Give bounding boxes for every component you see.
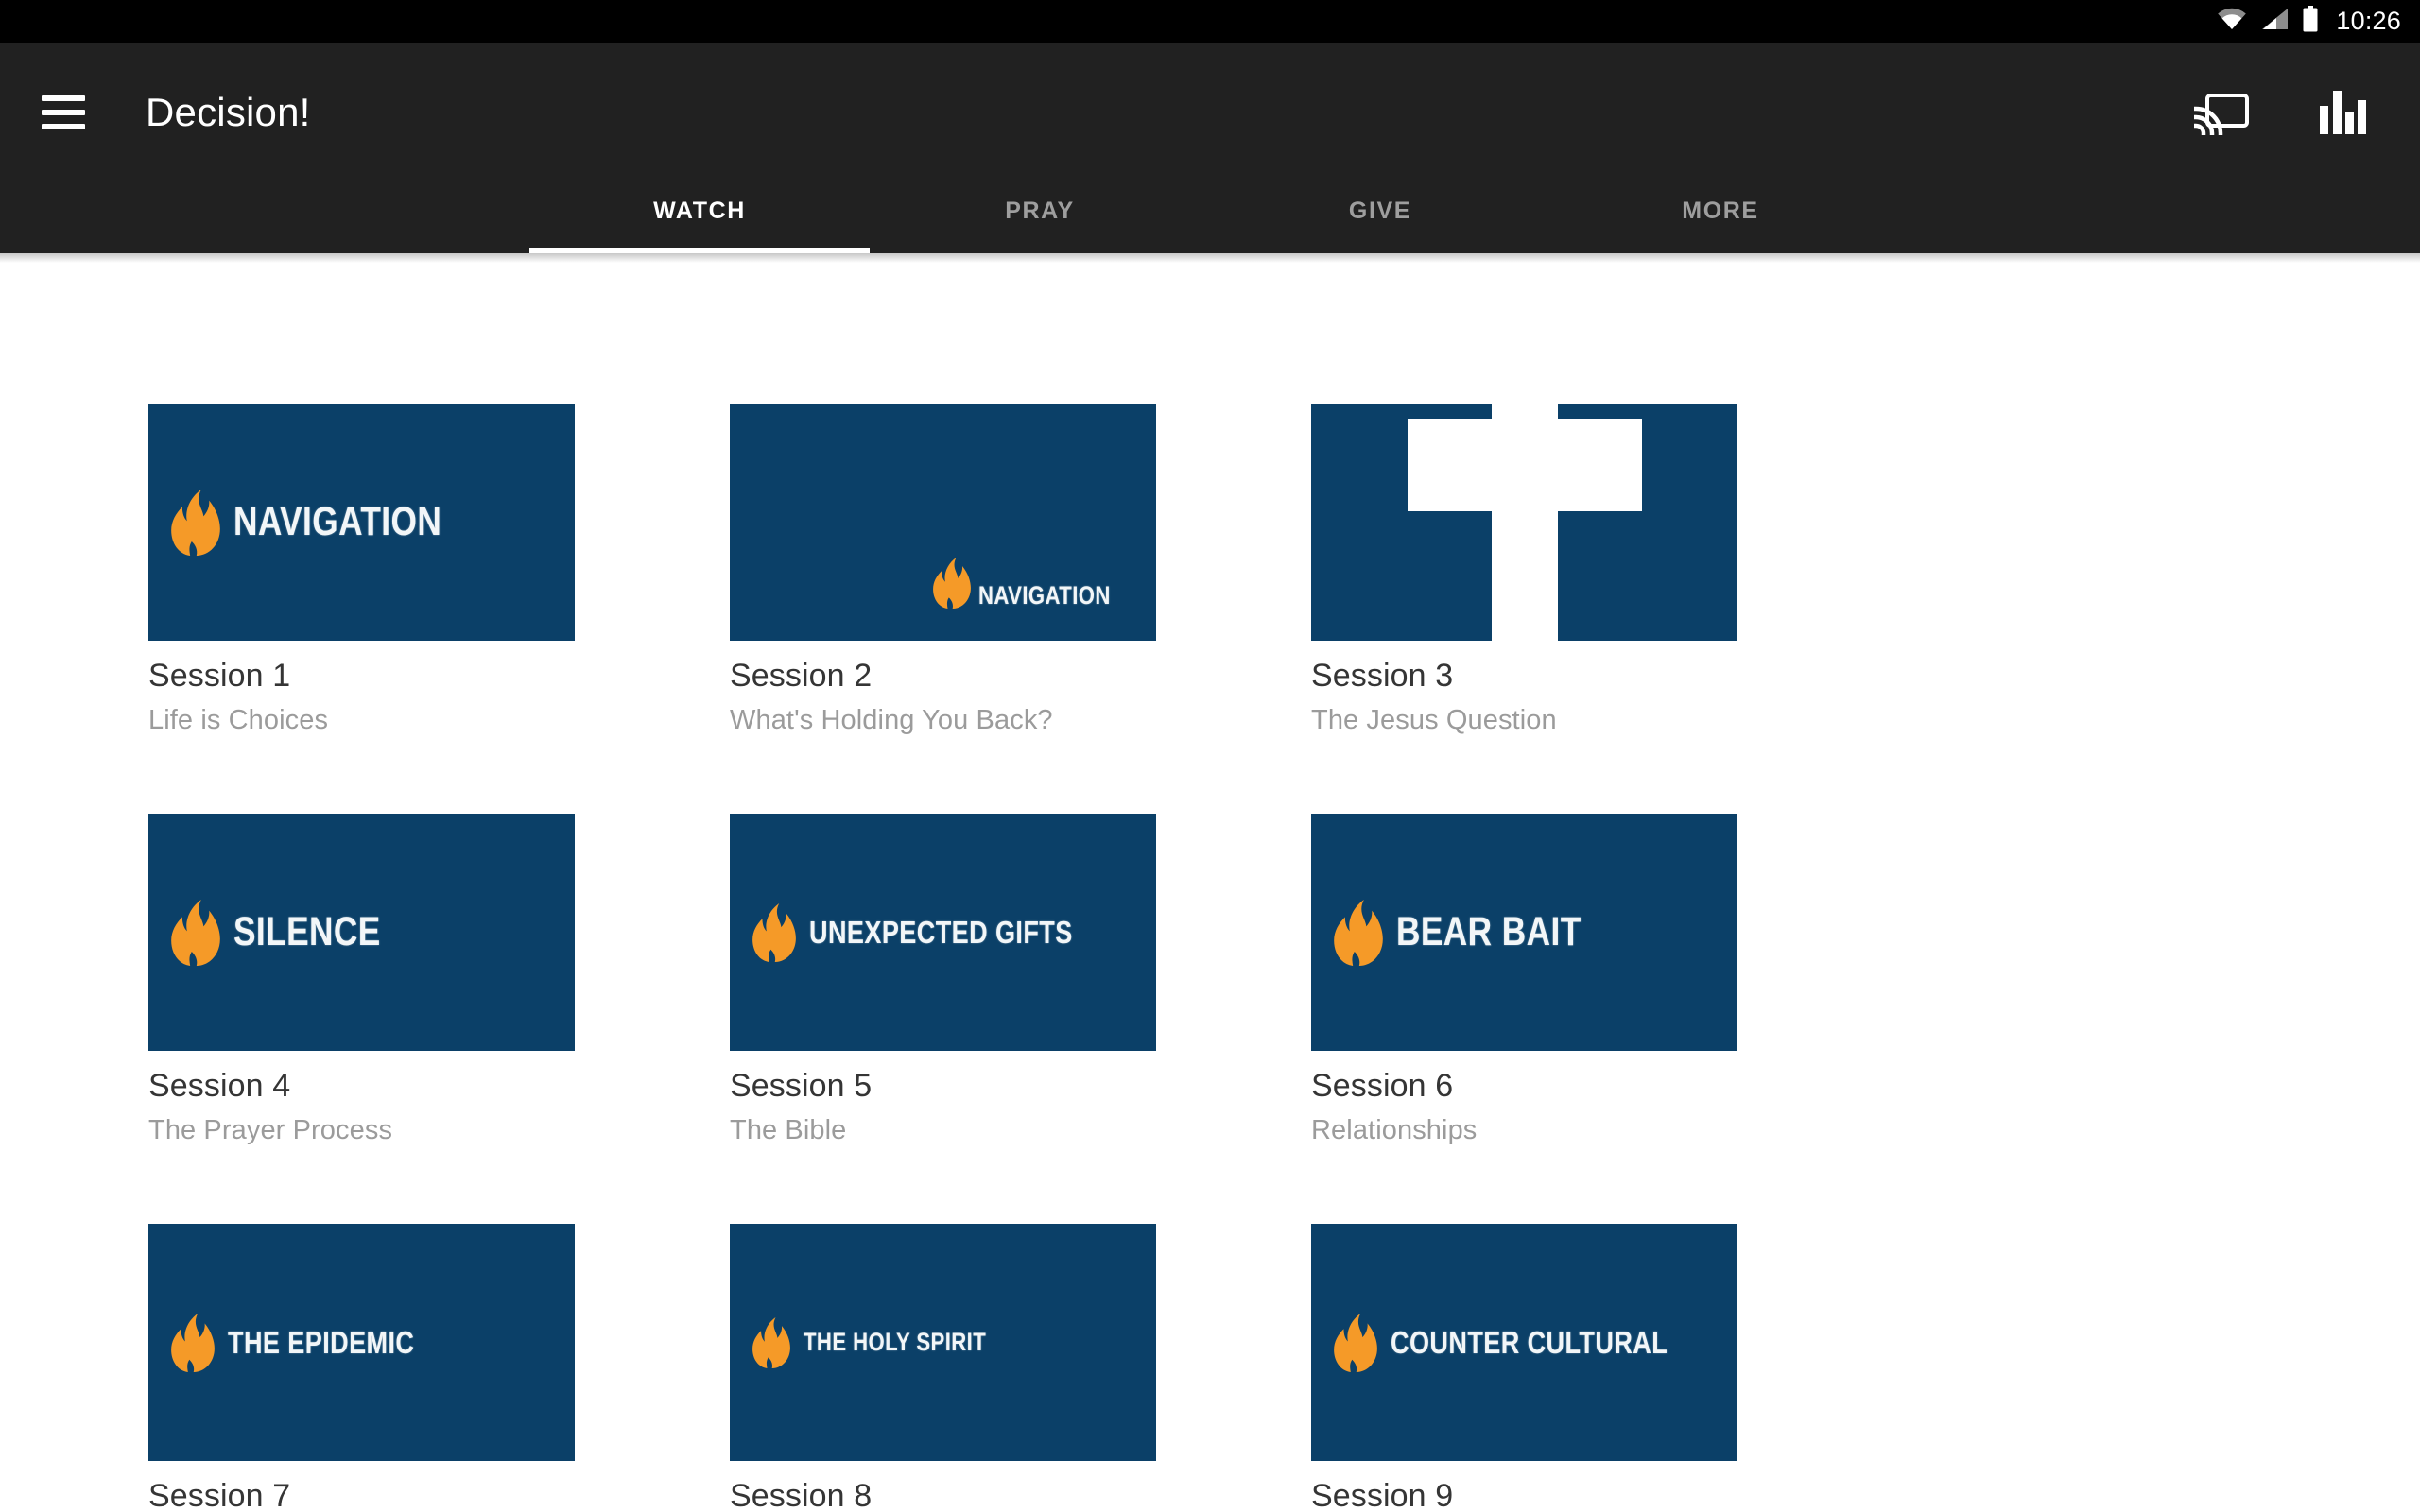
session-title: Session 4 (148, 1068, 575, 1105)
session-subtitle: The Jesus Question (1311, 705, 1737, 736)
session-thumbnail[interactable] (1311, 404, 1737, 641)
flame-logo-icon (752, 1317, 790, 1368)
app-bar-top-row: Decision! (0, 43, 2420, 182)
thumbnail-logo-lockup: BEAR BAIT (1311, 900, 1737, 966)
thumbnail-title-text: COUNTER CULTURAL (1391, 1327, 1668, 1358)
session-title: Session 3 (1311, 658, 1737, 695)
app-bar-shadow (0, 253, 2420, 263)
flame-logo-icon (1334, 900, 1383, 966)
thumbnail-title-text: THE HOLY SPIRIT (804, 1330, 986, 1355)
session-card[interactable]: NAVIGATION Session 1 Life is Choices (148, 404, 575, 736)
session-card[interactable]: COUNTER CULTURAL Session 9 The Church (1311, 1224, 1737, 1512)
cast-icon[interactable] (2187, 78, 2256, 146)
app-bar: Decision! (0, 43, 2420, 253)
flame-logo-icon (933, 558, 971, 609)
session-subtitle: What's Holding You Back? (730, 705, 1156, 736)
thumbnail-logo-lockup: UNEXPECTED GIFTS (730, 903, 1156, 962)
session-card[interactable]: THE EPIDEMIC Session 7 The Eucharist (148, 1224, 575, 1512)
session-title: Session 8 (730, 1478, 1156, 1512)
session-subtitle: Life is Choices (148, 705, 575, 736)
status-bar: 10:26 (0, 0, 2420, 43)
session-thumbnail[interactable]: SILENCE (148, 814, 575, 1051)
session-title: Session 2 (730, 658, 1156, 695)
session-thumbnail[interactable]: NAVIGATION (730, 404, 1156, 641)
thumbnail-title-text: NAVIGATION (233, 502, 441, 542)
thumbnail-logo-lockup: THE EPIDEMIC (148, 1314, 575, 1372)
status-bar-clock: 10:26 (2336, 9, 2401, 34)
session-title: Session 1 (148, 658, 575, 695)
thumbnail-title-text: THE EPIDEMIC (228, 1327, 414, 1358)
tab-watch-label: WATCH (653, 198, 746, 225)
session-card[interactable]: NAVIGATION Session 2 What's Holding You … (730, 404, 1156, 736)
session-grid-scroll-area[interactable]: NAVIGATION Session 1 Life is Choices NAV… (0, 253, 2420, 1512)
session-title: Session 6 (1311, 1068, 1737, 1105)
thumbnail-title-text: BEAR BAIT (1396, 912, 1582, 953)
page-title: Decision! (146, 90, 311, 135)
session-card[interactable]: BEAR BAIT Session 6 Relationships (1311, 814, 1737, 1146)
cellular-signal-icon (2260, 8, 2289, 35)
cross-artwork (1311, 404, 1737, 641)
session-card[interactable]: THE HOLY SPIRIT Session 8 The Holy Spiri… (730, 1224, 1156, 1512)
thumbnail-logo-lockup: NAVIGATION (730, 404, 1156, 641)
thumbnail-logo-lockup: NAVIGATION (148, 490, 575, 556)
wifi-icon (2217, 8, 2247, 35)
thumbnail-title-text: SILENCE (233, 912, 381, 953)
hamburger-menu-icon[interactable] (26, 76, 100, 149)
cross-horizontal-beam (1408, 419, 1642, 511)
session-title: Session 7 (148, 1478, 575, 1512)
session-thumbnail[interactable]: COUNTER CULTURAL (1311, 1224, 1737, 1461)
session-thumbnail[interactable]: UNEXPECTED GIFTS (730, 814, 1156, 1051)
flame-logo-icon (171, 490, 220, 556)
session-thumbnail[interactable]: BEAR BAIT (1311, 814, 1737, 1051)
battery-icon (2302, 6, 2319, 37)
session-card[interactable]: SILENCE Session 4 The Prayer Process (148, 814, 575, 1146)
flame-logo-icon (1334, 1314, 1377, 1372)
flame-logo-icon (171, 1314, 215, 1372)
session-thumbnail[interactable]: THE HOLY SPIRIT (730, 1224, 1156, 1461)
session-card[interactable]: UNEXPECTED GIFTS Session 5 The Bible (730, 814, 1156, 1146)
session-grid: NAVIGATION Session 1 Life is Choices NAV… (148, 404, 2272, 1512)
thumbnail-title-text: UNEXPECTED GIFTS (809, 917, 1073, 948)
thumbnail-logo-lockup: COUNTER CULTURAL (1311, 1314, 1737, 1372)
equalizer-icon[interactable] (2308, 78, 2377, 146)
tab-bar: WATCH PRAY GIVE MORE (0, 182, 2420, 253)
session-thumbnail[interactable]: NAVIGATION (148, 404, 575, 641)
flame-logo-icon (171, 900, 220, 966)
session-subtitle: The Prayer Process (148, 1115, 575, 1146)
tab-pray[interactable]: PRAY (870, 182, 1210, 253)
tab-give[interactable]: GIVE (1210, 182, 1550, 253)
tab-pray-label: PRAY (1005, 198, 1075, 225)
session-card[interactable]: Session 3 The Jesus Question (1311, 404, 1737, 736)
tab-more[interactable]: MORE (1550, 182, 1891, 253)
app-bar-actions (2187, 78, 2420, 146)
thumbnail-title-text: NAVIGATION (978, 583, 1111, 609)
session-thumbnail[interactable]: THE EPIDEMIC (148, 1224, 575, 1461)
session-subtitle: Relationships (1311, 1115, 1737, 1146)
session-title: Session 9 (1311, 1478, 1737, 1512)
tab-more-label: MORE (1682, 198, 1758, 225)
thumbnail-logo-lockup: SILENCE (148, 900, 575, 966)
flame-logo-icon (752, 903, 796, 962)
tab-give-label: GIVE (1349, 198, 1411, 225)
session-title: Session 5 (730, 1068, 1156, 1105)
tab-watch[interactable]: WATCH (529, 182, 870, 253)
session-subtitle: The Bible (730, 1115, 1156, 1146)
thumbnail-logo-lockup: THE HOLY SPIRIT (730, 1317, 1156, 1368)
